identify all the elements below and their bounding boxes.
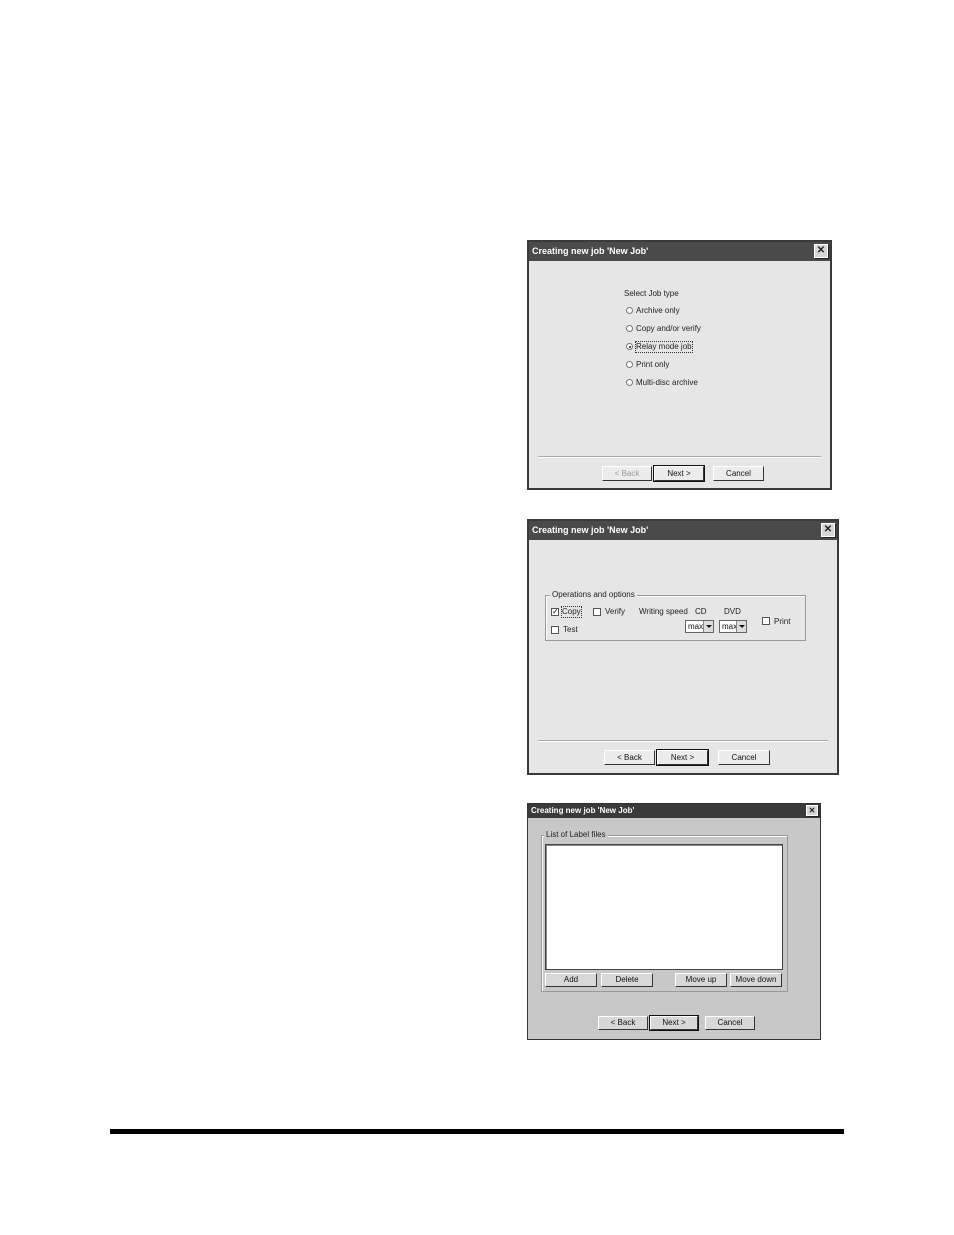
- radio-relay-mode-label[interactable]: Relay mode job: [635, 341, 693, 353]
- close-icon[interactable]: ✕: [814, 244, 828, 258]
- verify-label[interactable]: Verify: [605, 607, 625, 617]
- next-button[interactable]: Next >: [653, 465, 705, 482]
- test-label[interactable]: Test: [563, 625, 578, 635]
- cd-speed-value: max: [688, 622, 704, 631]
- add-button[interactable]: Add: [545, 973, 597, 987]
- dialog-title-bar: Creating new job 'New Job' ✕: [528, 804, 820, 818]
- operations-dialog: Creating new job 'New Job' ✕ Operations …: [527, 519, 839, 775]
- radio-multi-disc-label[interactable]: Multi-disc archive: [636, 378, 698, 388]
- job-type-heading: Select Job type: [624, 289, 679, 298]
- dvd-label: DVD: [724, 607, 741, 616]
- print-checkbox[interactable]: [762, 617, 770, 625]
- chevron-down-icon[interactable]: [736, 621, 746, 632]
- back-button[interactable]: < Back: [598, 1016, 648, 1030]
- print-label[interactable]: Print: [774, 617, 790, 627]
- test-checkbox[interactable]: [551, 626, 559, 634]
- close-icon[interactable]: ✕: [821, 523, 835, 537]
- cancel-button[interactable]: Cancel: [705, 1016, 755, 1030]
- radio-copy-verify[interactable]: [626, 325, 633, 332]
- operations-group: Operations and options ✓ Copy Verify Wri…: [545, 590, 806, 641]
- footer-rule: [110, 1129, 844, 1134]
- dialog-title-bar: Creating new job 'New Job' ✕: [529, 242, 830, 261]
- dialog-title-bar: Creating new job 'New Job' ✕: [529, 521, 837, 540]
- job-type-dialog: Creating new job 'New Job' ✕ Select Job …: [527, 240, 832, 490]
- move-up-button[interactable]: Move up: [675, 973, 727, 987]
- dvd-speed-select[interactable]: max: [719, 620, 747, 633]
- delete-button[interactable]: Delete: [601, 973, 653, 987]
- radio-print-only-label[interactable]: Print only: [636, 360, 669, 370]
- radio-multi-disc[interactable]: [626, 379, 633, 386]
- verify-checkbox[interactable]: [593, 608, 601, 616]
- writing-speed-label: Writing speed: [639, 607, 688, 616]
- cd-label: CD: [695, 607, 707, 616]
- cd-speed-select[interactable]: max: [685, 620, 714, 633]
- cancel-button[interactable]: Cancel: [713, 466, 764, 481]
- radio-relay-mode[interactable]: [626, 343, 633, 350]
- copy-label[interactable]: Copy: [561, 606, 582, 618]
- next-button[interactable]: Next >: [656, 749, 709, 766]
- cancel-button[interactable]: Cancel: [718, 750, 770, 765]
- back-button[interactable]: < Back: [604, 750, 655, 765]
- radio-copy-verify-label[interactable]: Copy and/or verify: [636, 324, 701, 334]
- move-down-button[interactable]: Move down: [730, 973, 782, 987]
- dvd-speed-value: max: [722, 622, 738, 631]
- radio-archive-only[interactable]: [626, 307, 633, 314]
- next-button[interactable]: Next >: [649, 1015, 699, 1031]
- label-files-group: List of Label files Add Delete Move up M…: [541, 830, 788, 992]
- label-files-group-label: List of Label files: [544, 830, 608, 840]
- dialog-title: Creating new job 'New Job': [531, 806, 635, 815]
- chevron-down-icon[interactable]: [703, 621, 713, 632]
- back-button[interactable]: < Back: [602, 466, 652, 481]
- copy-checkbox[interactable]: ✓: [551, 608, 559, 616]
- button-separator: [538, 456, 821, 458]
- operations-group-label: Operations and options: [550, 590, 637, 600]
- radio-print-only[interactable]: [626, 361, 633, 368]
- close-icon[interactable]: ✕: [806, 805, 818, 816]
- button-separator: [538, 740, 828, 742]
- dialog-title: Creating new job 'New Job': [532, 525, 649, 535]
- radio-archive-only-label[interactable]: Archive only: [636, 306, 680, 316]
- label-files-list[interactable]: [545, 844, 783, 970]
- label-files-dialog: Creating new job 'New Job' ✕ List of Lab…: [527, 803, 821, 1040]
- dialog-title: Creating new job 'New Job': [532, 246, 649, 256]
